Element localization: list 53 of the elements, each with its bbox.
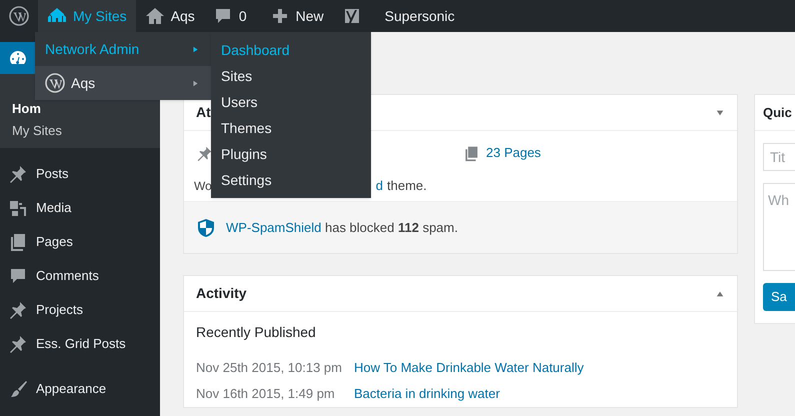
sidebar-item[interactable]: Projects (0, 293, 160, 327)
caret-right-icon (192, 78, 199, 88)
caret-right-icon (192, 44, 199, 54)
post-link[interactable]: Bacteria in drinking water (354, 384, 500, 404)
admin-bar-item[interactable]: My Sites (38, 0, 136, 32)
submenu-item[interactable]: Plugins (211, 141, 371, 167)
menu-item[interactable]: Aqs (35, 66, 211, 100)
sidebar-item[interactable]: Pages (0, 225, 160, 259)
submenu-item[interactable]: My Sites (0, 120, 160, 142)
pushpin-icon (8, 164, 28, 184)
pushpin-icon (196, 144, 213, 162)
title-field[interactable]: Tit (763, 143, 795, 171)
pages-icon (8, 232, 28, 252)
submenu-item[interactable]: Hom (0, 98, 160, 120)
post-date: Nov 16th 2015, 1:49 pm (196, 385, 336, 404)
sidebar-item[interactable]: Media (0, 191, 160, 225)
submenu-item[interactable]: Dashboard (211, 37, 371, 63)
theme-text: theme. (387, 177, 427, 196)
media-icon (8, 198, 28, 218)
admin-bar-item[interactable]: Supersonic (370, 0, 464, 32)
admin-bar-item[interactable]: 0 (204, 0, 261, 32)
content-field[interactable]: Wh (763, 183, 795, 271)
sidebar-item[interactable]: Appearance (0, 372, 160, 406)
card-title: Activity (196, 284, 247, 303)
pushpin-icon (8, 300, 28, 320)
paintbrush-icon (8, 379, 28, 399)
card-title: At (196, 103, 211, 122)
submenu-item[interactable]: Sites (211, 63, 371, 89)
spam-status-text: WP-SpamShield has blocked 112 spam. (226, 218, 458, 237)
section-heading: Recently Published (196, 323, 317, 342)
theme-text: Wo (194, 178, 212, 195)
wordpress-logo-icon (9, 6, 29, 26)
post-link[interactable]: How To Make Drinkable Water Naturally (354, 358, 584, 378)
spamshield-link[interactable]: WP-SpamShield (226, 220, 322, 235)
save-button[interactable]: Sa (763, 283, 795, 311)
card-title: Quic (763, 104, 792, 122)
post-date: Nov 25th 2015, 10:13 pm (196, 359, 343, 378)
menu-item[interactable]: Network Admin (35, 32, 211, 66)
pages-icon (463, 144, 480, 162)
theme-link[interactable]: d (376, 176, 384, 196)
submenu-item[interactable]: Users (211, 89, 371, 115)
sidebar-item[interactable]: Ess. Grid Posts (0, 327, 160, 361)
submenu-item[interactable]: Themes (211, 115, 371, 141)
admin-bar-item[interactable]: Aqs (136, 0, 204, 32)
admin-bar-item[interactable]: New (260, 0, 333, 32)
wordpress-logo-icon (45, 73, 65, 93)
sidebar-item[interactable]: Comments (0, 259, 160, 293)
pushpin-icon (8, 334, 28, 354)
sidebar-item[interactable]: Posts (0, 157, 160, 191)
house-icon (144, 6, 165, 26)
speech-bubble-icon (8, 266, 28, 286)
submenu-item[interactable]: Settings (211, 167, 371, 193)
pages-count-link[interactable]: 23 Pages (486, 143, 541, 163)
